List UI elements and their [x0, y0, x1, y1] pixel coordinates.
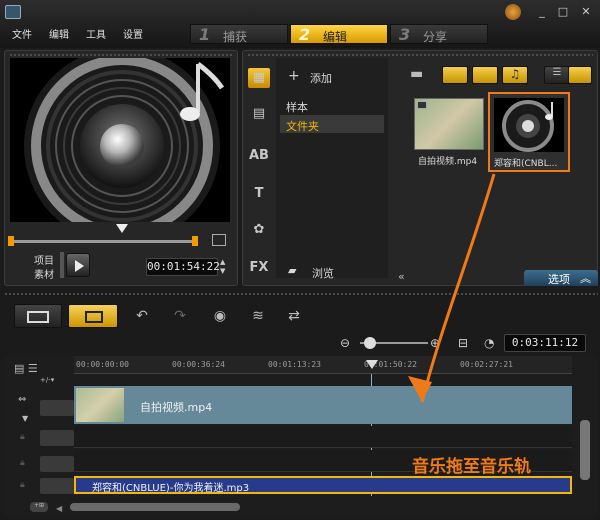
show-photo-button[interactable]	[472, 66, 498, 84]
globe-icon[interactable]	[505, 4, 521, 20]
timeline-view-button[interactable]	[68, 304, 118, 328]
zoom-out-icon[interactable]: ⊖	[340, 336, 350, 350]
music-clip-label: 郑容和(CNBLUE)-你为我着迷.mp3	[92, 483, 250, 494]
timeline-playhead[interactable]	[366, 360, 378, 369]
zoom-track-button[interactable]: +⊞	[30, 502, 48, 512]
annotation-text: 音乐拖至音乐轨	[412, 457, 531, 477]
speaker-graphic	[24, 58, 225, 222]
text-icon[interactable]: T	[248, 184, 270, 204]
add-label[interactable]: 添加	[310, 70, 332, 86]
ripple-edit-icon[interactable]: ⇔	[18, 394, 26, 405]
preview-screen	[10, 58, 230, 222]
project-duration: 0:03:11:12	[504, 334, 586, 352]
tab-capture[interactable]: 1 捕获	[190, 24, 288, 44]
video-clip-label: 自拍视频.mp4	[140, 401, 213, 414]
storyboard-view-button[interactable]	[14, 304, 62, 328]
options-button[interactable]: 选项 ︽	[524, 270, 598, 286]
record-capture-icon[interactable]: ◉	[208, 306, 232, 326]
menu-edit[interactable]: 编辑	[49, 26, 69, 41]
thumbnail-view-button[interactable]	[568, 66, 592, 84]
title-track-header[interactable]	[40, 430, 74, 446]
video-thumbnail[interactable]	[414, 98, 484, 150]
music-track-header[interactable]	[40, 478, 74, 494]
mode-project-label[interactable]: 项目	[34, 252, 54, 267]
voice-track-header[interactable]	[40, 456, 74, 472]
annotation-arrow	[408, 173, 496, 403]
video-thumb-caption: 自拍视频.mp4	[418, 157, 478, 167]
menu-tools[interactable]: 工具	[86, 26, 106, 41]
maximize-icon[interactable]: □	[554, 5, 572, 19]
scroll-left-icon[interactable]: ◀	[56, 504, 62, 513]
redo-icon[interactable]: ↷	[168, 306, 192, 326]
auto-music-icon[interactable]: ⇄	[282, 306, 306, 326]
lock-icon[interactable]: 🔒︎	[20, 432, 25, 442]
list-view-button[interactable]: ☰	[544, 66, 570, 84]
ruler-tick-label: 00:00:36:24	[172, 360, 225, 369]
enlarge-preview-icon[interactable]	[212, 234, 226, 246]
minimize-icon[interactable]: _	[533, 5, 551, 19]
video-type-icon	[417, 101, 427, 109]
fx-icon[interactable]: FX	[248, 258, 270, 278]
playhead-marker[interactable]	[116, 224, 128, 233]
mode-clip-label[interactable]: 素材	[34, 266, 54, 281]
audio-mixer-icon[interactable]: ≋	[246, 306, 270, 326]
mode-switch[interactable]	[60, 252, 64, 278]
menu-file[interactable]: 文件	[12, 26, 32, 41]
trim-end-handle[interactable]	[192, 236, 198, 246]
tab-label: 捕获	[223, 30, 248, 44]
add-track-icon[interactable]: +/-▾	[40, 376, 74, 384]
tab-label: 分享	[423, 30, 448, 44]
folder-pane	[276, 58, 388, 278]
step-number: 2	[299, 25, 311, 44]
graphic-icon[interactable]: ✿	[248, 220, 270, 240]
show-video-button[interactable]	[442, 66, 468, 84]
ripple-dropdown-icon[interactable]: ▼	[22, 414, 28, 423]
video-clip-thumbnail	[76, 388, 124, 422]
ruler-tick-label: 00:01:13:23	[268, 360, 321, 369]
play-button[interactable]	[66, 253, 90, 277]
timecode-spinner-icon[interactable]: ▲ ▼	[220, 258, 228, 276]
video-track-header[interactable]	[40, 400, 74, 416]
close-icon[interactable]: ✕	[577, 5, 595, 19]
add-icon[interactable]: +	[288, 68, 300, 84]
lock-icon[interactable]: 🔒︎	[20, 480, 25, 490]
audio-thumb-caption: 郑容和(CNBL...	[494, 159, 558, 169]
options-label: 选项	[548, 273, 570, 286]
browse-label[interactable]: 浏览	[312, 265, 334, 281]
browse-icon[interactable]: ▰	[288, 264, 296, 277]
media-library-icon[interactable]: ▦	[248, 68, 270, 88]
ruler-tick-label: 00:00:00:00	[76, 360, 129, 369]
tab-edit[interactable]: 2 编辑	[290, 24, 388, 44]
step-number: 3	[399, 25, 411, 44]
ab-title-icon[interactable]: AB	[248, 146, 270, 166]
music-thumb-icon	[494, 98, 564, 152]
tab-share[interactable]: 3 分享	[390, 24, 488, 44]
options-chevron-icon: ︽	[580, 272, 591, 285]
folder-icon[interactable]: ▬	[410, 66, 423, 82]
undo-icon[interactable]: ↶	[130, 306, 154, 326]
menu-bar: 文件 编辑 工具 设置 1 捕获 2 编辑 3 分享 _ □ ✕	[0, 0, 600, 48]
app-icon	[5, 5, 21, 19]
show-audio-button[interactable]: ♫	[502, 66, 528, 84]
transition-icon[interactable]: ▤	[248, 104, 270, 124]
step-number: 1	[199, 25, 211, 44]
track-manager-icon[interactable]: ▤ ☰	[14, 362, 38, 375]
play-icon	[75, 260, 84, 272]
trim-start-handle[interactable]	[8, 236, 14, 246]
lock-icon[interactable]: 🔒︎	[20, 458, 25, 468]
film-icon	[27, 311, 49, 323]
timeline-icon	[85, 311, 103, 323]
folder-sample[interactable]: 样本	[286, 99, 308, 115]
folder-current[interactable]: 文件夹	[286, 118, 319, 134]
preview-timecode[interactable]: 00:01:54:22	[146, 258, 220, 276]
menu-settings[interactable]: 设置	[123, 26, 143, 41]
scrubber-track[interactable]	[10, 240, 198, 243]
horizontal-scrollbar[interactable]	[70, 503, 240, 511]
tab-label: 编辑	[323, 30, 348, 44]
zoom-slider-thumb[interactable]	[364, 337, 376, 349]
vertical-scrollbar[interactable]	[580, 420, 590, 480]
